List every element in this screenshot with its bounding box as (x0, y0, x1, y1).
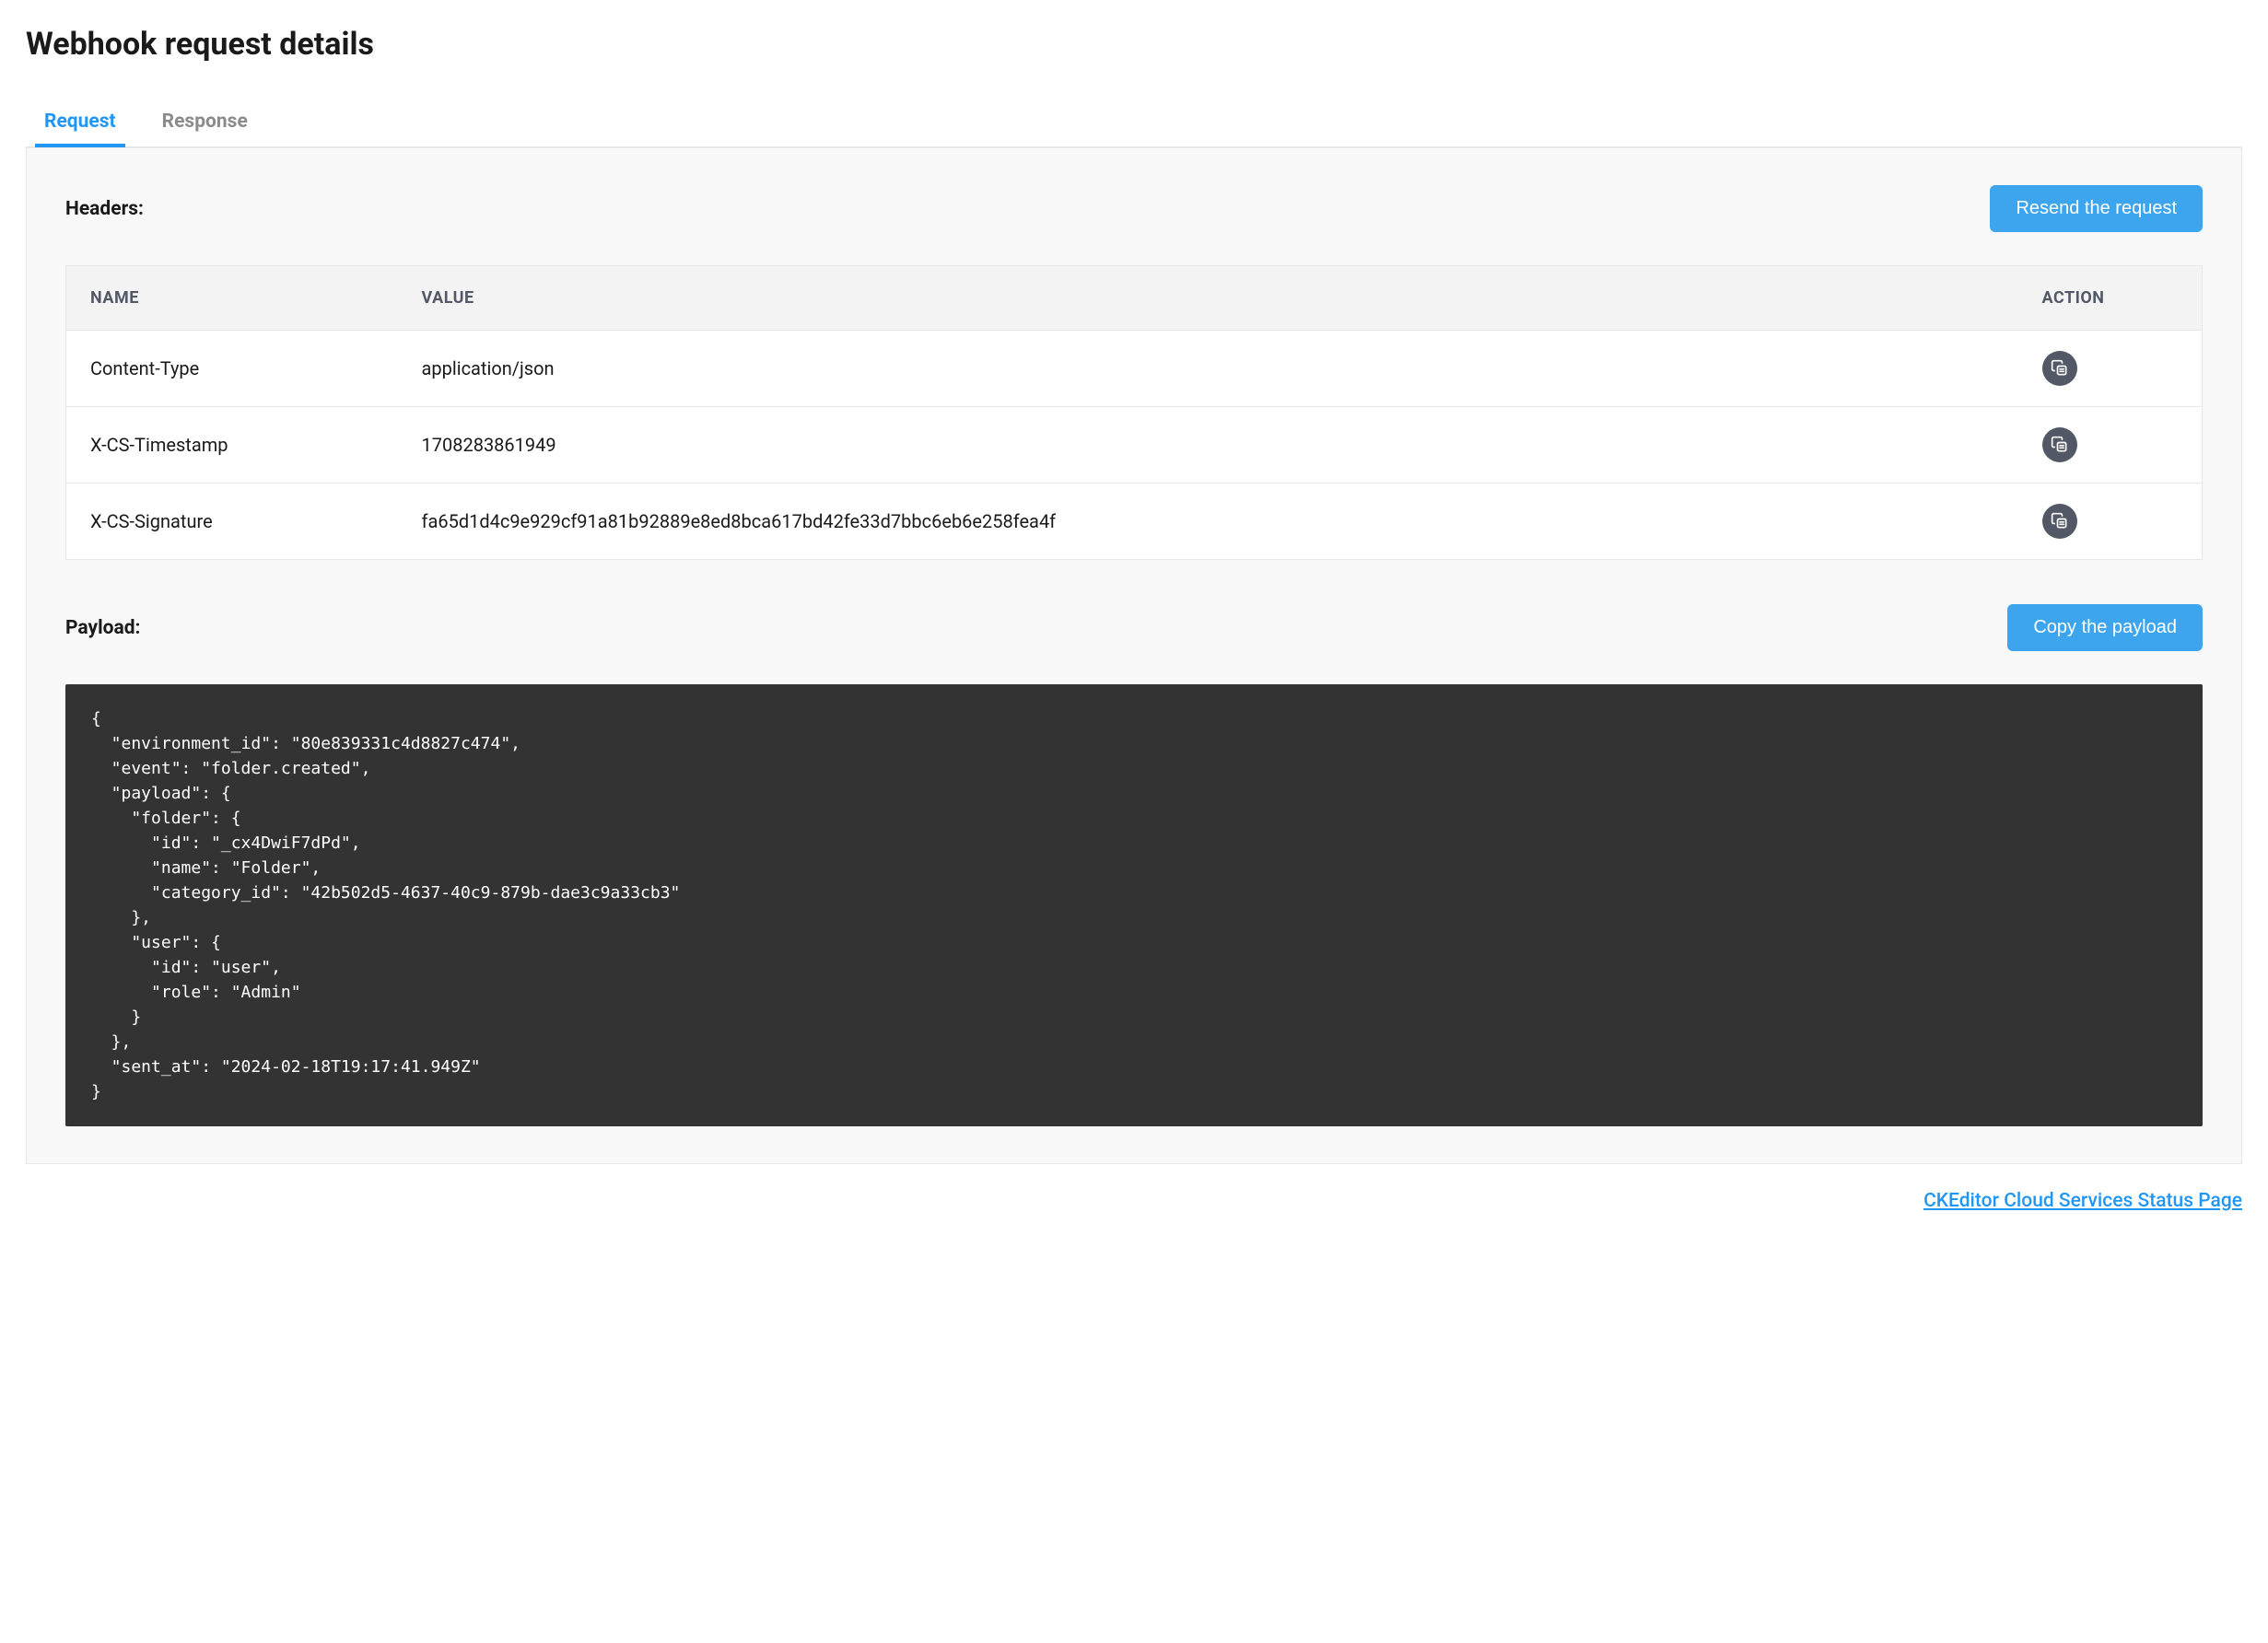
copy-icon (2051, 359, 2069, 378)
resend-request-button[interactable]: Resend the request (1990, 185, 2203, 232)
tab-request[interactable]: Request (35, 99, 125, 147)
header-name: Content-Type (66, 331, 398, 407)
copy-payload-button[interactable]: Copy the payload (2007, 604, 2203, 651)
column-header-action: ACTION (2018, 266, 2203, 331)
copy-header-button[interactable] (2042, 504, 2077, 539)
copy-icon (2051, 436, 2069, 454)
tab-response[interactable]: Response (153, 99, 257, 147)
column-header-value: VALUE (398, 266, 2018, 331)
content-panel: Headers: Resend the request NAME VALUE A… (26, 147, 2242, 1164)
payload-section-header: Payload: Copy the payload (65, 604, 2203, 651)
header-name: X-CS-Signature (66, 484, 398, 560)
headers-section-header: Headers: Resend the request (65, 185, 2203, 232)
table-row: Content-Type application/json (66, 331, 2203, 407)
header-value: 1708283861949 (398, 407, 2018, 484)
payload-title: Payload: (65, 617, 140, 639)
copy-header-button[interactable] (2042, 351, 2077, 386)
table-row: X-CS-Timestamp 1708283861949 (66, 407, 2203, 484)
tabs-bar: Request Response (26, 99, 2242, 147)
copy-icon (2051, 512, 2069, 530)
table-row: X-CS-Signature fa65d1d4c9e929cf91a81b928… (66, 484, 2203, 560)
column-header-name: NAME (66, 266, 398, 331)
status-page-link[interactable]: CKEditor Cloud Services Status Page (1923, 1190, 2242, 1212)
headers-table: NAME VALUE ACTION Content-Type applicati… (65, 265, 2203, 560)
copy-header-button[interactable] (2042, 427, 2077, 462)
headers-title: Headers: (65, 198, 144, 220)
page-title: Webhook request details (26, 26, 2242, 63)
footer: CKEditor Cloud Services Status Page (26, 1190, 2242, 1212)
header-value: application/json (398, 331, 2018, 407)
payload-body: { "environment_id": "80e839331c4d8827c47… (65, 684, 2203, 1126)
header-value: fa65d1d4c9e929cf91a81b92889e8ed8bca617bd… (398, 484, 2018, 560)
header-name: X-CS-Timestamp (66, 407, 398, 484)
